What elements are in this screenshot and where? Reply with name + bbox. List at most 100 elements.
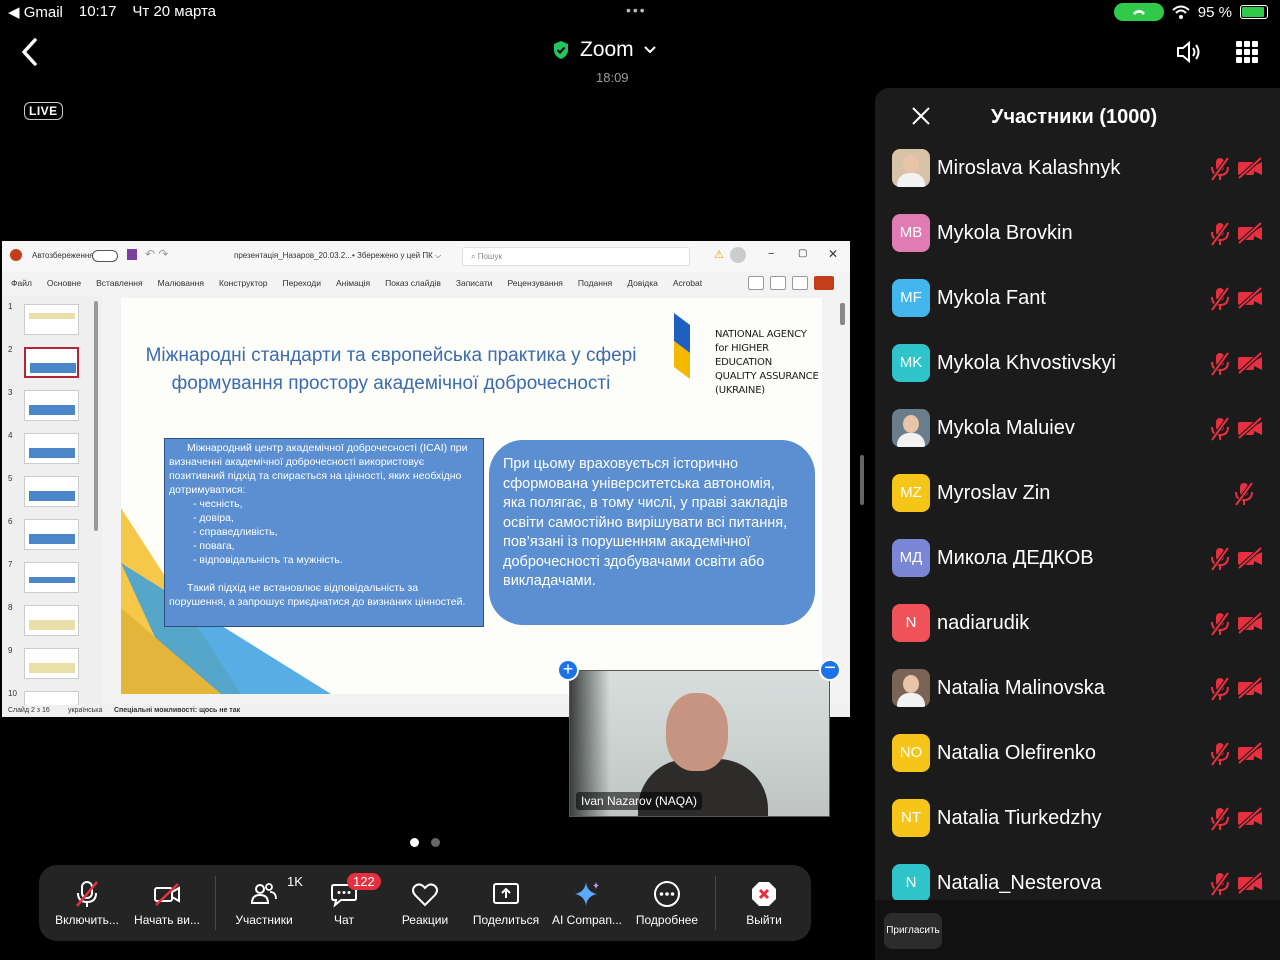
- comments-icon[interactable]: [792, 276, 808, 290]
- video-off-icon[interactable]: [1237, 741, 1263, 769]
- ribbon-tab[interactable]: Записати: [456, 272, 493, 294]
- ribbon-tab[interactable]: Основне: [47, 272, 81, 294]
- chat-button[interactable]: Чат 122: [309, 865, 381, 941]
- participant-name: Mykola Maluiev: [937, 417, 1075, 439]
- add-tile-button[interactable]: +: [557, 659, 579, 681]
- maximize-icon[interactable]: ▢: [798, 248, 807, 259]
- video-button[interactable]: Начать ви...: [129, 865, 205, 941]
- leave-button[interactable]: Выйти: [731, 865, 797, 941]
- ribbon-tab[interactable]: Анімація: [336, 272, 370, 294]
- record-icon[interactable]: [748, 276, 764, 290]
- thumbnail-item[interactable]: 5: [8, 474, 98, 508]
- thumbnail-item[interactable]: 6: [8, 517, 98, 551]
- minimize-tile-button[interactable]: −: [819, 658, 841, 681]
- thumbnail-scrollbar[interactable]: [94, 301, 98, 531]
- participant-row[interactable]: MK Mykola Khvostivskyi: [891, 338, 1271, 388]
- mic-muted-icon[interactable]: [1209, 221, 1231, 252]
- save-icon[interactable]: [127, 249, 137, 260]
- more-button[interactable]: Подробнее: [629, 865, 705, 941]
- participant-row[interactable]: MB Mykola Brovkin: [891, 208, 1271, 258]
- mic-muted-icon[interactable]: [1209, 156, 1231, 187]
- video-off-icon[interactable]: [1237, 546, 1263, 574]
- present-icon[interactable]: [770, 276, 786, 290]
- slide-scrollbar[interactable]: [840, 303, 845, 325]
- grid-view-icon[interactable]: [1236, 41, 1258, 63]
- back-to-app-link[interactable]: ◀ Gmail: [8, 3, 63, 21]
- mic-muted-icon[interactable]: [1209, 806, 1231, 837]
- mic-muted-icon[interactable]: [1209, 611, 1231, 642]
- ios-status-bar: ◀ Gmail 10:17 Чт 20 марта ••• 95 %: [0, 0, 1280, 24]
- thumbnail-item[interactable]: 9: [8, 646, 98, 680]
- page-indicator[interactable]: [410, 838, 440, 847]
- warning-icon[interactable]: ⚠: [714, 248, 724, 261]
- mic-muted-icon[interactable]: [1209, 416, 1231, 447]
- ribbon-tab[interactable]: Довідка: [627, 272, 658, 294]
- mic-muted-icon[interactable]: [1209, 286, 1231, 317]
- slide-canvas[interactable]: Міжнародні стандарти та європейська прак…: [121, 298, 822, 694]
- thumbnail-item[interactable]: 1: [8, 302, 98, 336]
- ribbon-tab[interactable]: Файл: [11, 272, 32, 294]
- multitasking-dots-icon[interactable]: •••: [626, 2, 647, 18]
- participant-row[interactable]: NT Natalia Tiurkedzhy: [891, 793, 1271, 843]
- language-status[interactable]: українська: [68, 707, 102, 714]
- ribbon-tab[interactable]: Вставлення: [96, 272, 142, 294]
- video-off-icon[interactable]: [1237, 806, 1263, 834]
- video-off-icon[interactable]: [1237, 351, 1263, 379]
- participant-row[interactable]: MZ Myroslav Zin: [891, 468, 1271, 518]
- thumbnail-item[interactable]: 3: [8, 388, 98, 422]
- share-file-icon[interactable]: [814, 276, 834, 290]
- ribbon-tab[interactable]: Малювання: [158, 272, 204, 294]
- mic-muted-icon[interactable]: [1209, 351, 1231, 382]
- undo-icon[interactable]: ↶ ↷: [145, 247, 168, 261]
- mic-muted-icon[interactable]: [1209, 676, 1231, 707]
- close-icon[interactable]: [911, 106, 931, 126]
- video-off-icon[interactable]: [1237, 611, 1263, 639]
- thumbnail-item[interactable]: 8: [8, 603, 98, 637]
- speaker-icon[interactable]: [1174, 38, 1202, 66]
- mic-button[interactable]: Включить...: [49, 865, 125, 941]
- ribbon-tab[interactable]: Показ слайдів: [385, 272, 441, 294]
- ai-companion-button[interactable]: AI Compan...: [547, 865, 627, 941]
- participant-row[interactable]: NO Natalia Olefirenko: [891, 728, 1271, 778]
- mic-muted-icon[interactable]: [1209, 546, 1231, 577]
- thumbnail-item[interactable]: 2: [8, 345, 98, 379]
- ribbon-tab[interactable]: Переходи: [282, 272, 321, 294]
- thumbnail-item[interactable]: 4: [8, 431, 98, 465]
- account-avatar[interactable]: [730, 247, 746, 263]
- close-window-icon[interactable]: ✕: [828, 247, 838, 261]
- mic-muted-icon[interactable]: [1209, 741, 1231, 772]
- ribbon-tab[interactable]: Подання: [578, 272, 612, 294]
- share-button[interactable]: Поделиться: [467, 865, 545, 941]
- ribbon-tab[interactable]: Acrobat: [673, 272, 702, 294]
- mic-muted-icon[interactable]: [1233, 481, 1255, 512]
- participant-row[interactable]: Miroslava Kalashnyk: [891, 143, 1271, 193]
- back-chevron-icon[interactable]: [16, 34, 44, 70]
- video-off-icon[interactable]: [1237, 416, 1263, 444]
- autosave-toggle[interactable]: [92, 250, 118, 262]
- meeting-title-dropdown[interactable]: Zoom: [552, 38, 656, 62]
- video-off-icon[interactable]: [1237, 871, 1263, 899]
- video-off-icon[interactable]: [1237, 221, 1263, 249]
- video-off-icon[interactable]: [1237, 286, 1263, 314]
- video-off-icon[interactable]: [1237, 156, 1263, 184]
- ribbon-tab[interactable]: Конструктор: [219, 272, 267, 294]
- video-off-icon[interactable]: [1237, 676, 1263, 704]
- ribbon-tab[interactable]: Рецензування: [508, 272, 563, 294]
- panel-resize-handle[interactable]: [860, 455, 864, 505]
- participant-row[interactable]: Natalia Malinovska: [891, 663, 1271, 713]
- participant-row[interactable]: MF Mykola Fant: [891, 273, 1271, 323]
- thumbnail-item[interactable]: 10: [8, 689, 98, 705]
- active-call-pill[interactable]: [1113, 3, 1164, 21]
- invite-button[interactable]: Пригласить: [884, 913, 942, 949]
- speaker-video-tile[interactable]: Ivan Nazarov (NAQA): [569, 670, 830, 817]
- mic-muted-icon[interactable]: [1209, 871, 1231, 902]
- participant-row[interactable]: МД Микола ДЕДКОВ: [891, 533, 1271, 583]
- participant-row[interactable]: Nnadiarudik: [891, 598, 1271, 648]
- search-box[interactable]: ⌕ Пошук: [462, 247, 690, 266]
- participants-button[interactable]: Участники 1K: [225, 865, 303, 941]
- thumbnail-item[interactable]: 7: [8, 560, 98, 594]
- participant-row[interactable]: Mykola Maluiev: [891, 403, 1271, 453]
- accessibility-status[interactable]: Спеціальні можливості: щось не так: [114, 707, 240, 714]
- reactions-button[interactable]: Реакции: [389, 865, 461, 941]
- minimize-icon[interactable]: −: [768, 248, 774, 260]
